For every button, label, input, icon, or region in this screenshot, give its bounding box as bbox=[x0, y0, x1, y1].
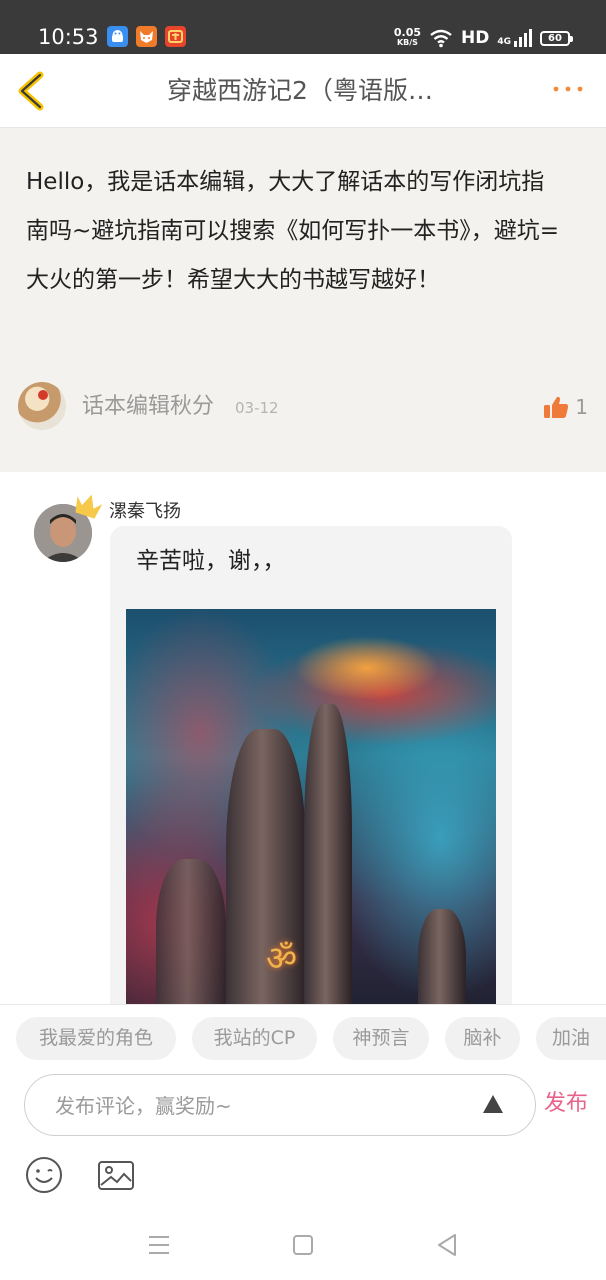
tag-chip[interactable]: 脑补 bbox=[445, 1017, 520, 1060]
rock-shape bbox=[304, 704, 352, 1024]
editor-post-date: 03-12 bbox=[235, 399, 279, 417]
editor-author-name[interactable]: 话本编辑秋分 bbox=[82, 392, 214, 422]
thumbs-up-icon bbox=[544, 396, 569, 418]
comment-item: 漯秦飞扬 辛苦啦，谢，， ॐ bbox=[0, 472, 606, 1029]
triangle-up-icon[interactable] bbox=[481, 1092, 505, 1116]
network-speed: 0.05 KB/S bbox=[393, 26, 421, 47]
editor-post-text: Hello，我是话本编辑，大大了解话本的写作闭坑指南吗~避坑指南可以搜索《如何写… bbox=[26, 169, 560, 293]
battery-icon: 60 bbox=[540, 30, 573, 46]
status-bar: 10:53 0.05 KB/S HD 4G 60 bbox=[0, 0, 606, 54]
more-dots-icon bbox=[553, 86, 583, 92]
commenter-name[interactable]: 漯秦飞扬 bbox=[109, 499, 181, 525]
quick-tag-bar: 我最爱的角色 我站的CP 神预言 脑补 加油 bbox=[0, 1004, 606, 1070]
comment-input-wrapper bbox=[24, 1074, 536, 1136]
page-title: 穿越西游记2（粤语版… bbox=[167, 76, 433, 105]
back-triangle-icon[interactable] bbox=[432, 1230, 462, 1260]
hd-indicator: HD bbox=[461, 28, 490, 48]
tag-chip[interactable]: 我最爱的角色 bbox=[16, 1017, 176, 1060]
rock-shape bbox=[226, 729, 306, 1029]
crown-badge-icon bbox=[72, 490, 104, 520]
flower-decoration bbox=[38, 390, 48, 400]
comment-bubble: 辛苦啦，谢，， ॐ bbox=[110, 526, 512, 1029]
emoji-icon[interactable] bbox=[24, 1155, 64, 1195]
taobao-app-icon bbox=[165, 26, 186, 47]
chevron-left-icon bbox=[18, 71, 44, 111]
composer-tools bbox=[0, 1150, 606, 1200]
system-nav-bar bbox=[0, 1210, 606, 1280]
top-app-bar: 穿越西游记2（粤语版… bbox=[0, 54, 606, 128]
like-count: 1 bbox=[575, 395, 588, 419]
publish-button[interactable]: 发布 bbox=[544, 1088, 588, 1120]
wifi-icon bbox=[430, 29, 452, 48]
editor-avatar[interactable] bbox=[18, 382, 66, 430]
back-button[interactable] bbox=[14, 70, 50, 112]
like-button[interactable]: 1 bbox=[543, 392, 588, 422]
tag-chip[interactable]: 神预言 bbox=[333, 1017, 429, 1060]
comment-composer: 发布 bbox=[0, 1070, 606, 1150]
signal-4g-icon: 4G bbox=[497, 29, 532, 47]
status-time: 10:53 bbox=[38, 25, 99, 49]
tag-chip[interactable]: 我站的CP bbox=[192, 1017, 317, 1060]
fox-app-icon bbox=[136, 26, 157, 47]
comment-image[interactable]: ॐ bbox=[126, 609, 496, 1029]
glowing-rune: ॐ bbox=[266, 939, 298, 979]
editor-post: Hello，我是话本编辑，大大了解话本的写作闭坑指南吗~避坑指南可以搜索《如何写… bbox=[0, 128, 606, 472]
home-square-icon[interactable] bbox=[288, 1230, 318, 1260]
tag-chip[interactable]: 加油 bbox=[536, 1017, 606, 1060]
comment-text: 辛苦啦，谢，， bbox=[136, 548, 286, 574]
image-icon[interactable] bbox=[96, 1155, 136, 1195]
android-app-icon bbox=[107, 26, 128, 47]
more-options-button[interactable] bbox=[550, 78, 586, 104]
status-right-group: 0.05 KB/S HD 4G 60 bbox=[393, 24, 573, 52]
menu-icon[interactable] bbox=[144, 1230, 174, 1260]
comment-input[interactable] bbox=[55, 1089, 475, 1123]
